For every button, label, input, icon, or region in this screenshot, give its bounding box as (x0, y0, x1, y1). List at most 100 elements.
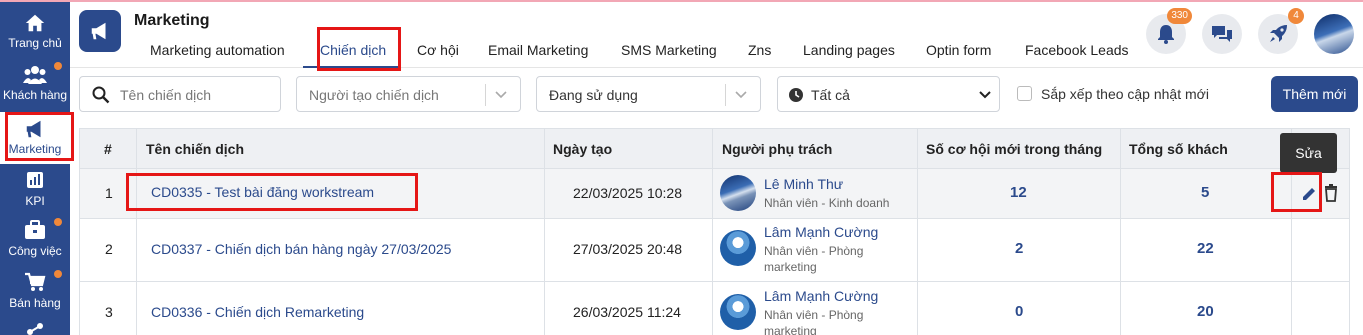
highlight-edit-button (1271, 172, 1322, 212)
tab-opportunities[interactable]: Cơ hội (417, 42, 459, 58)
delete-icon[interactable] (1324, 184, 1338, 202)
tab-email-marketing[interactable]: Email Marketing (488, 42, 588, 58)
column-divider (136, 129, 137, 335)
creator-select[interactable]: Người tạo chiến dịch (296, 76, 521, 112)
clock-icon (789, 88, 803, 102)
owner-avatar (720, 175, 756, 211)
header-divider (70, 67, 1363, 68)
user-avatar[interactable] (1314, 14, 1354, 54)
briefcase-icon (0, 220, 70, 242)
search-icon (92, 86, 110, 104)
sidebar-item-home[interactable]: Trang chủ (0, 6, 70, 58)
col-opportunities: Số cơ hội mới trong tháng (926, 141, 1103, 157)
tab-landing-pages[interactable]: Landing pages (803, 42, 895, 58)
sidebar-item-customers[interactable]: Khách hàng (0, 58, 70, 110)
sidebar-item-kpi[interactable]: KPI (0, 164, 70, 216)
campaign-link[interactable]: CD0337 - Chiến dịch bán hàng ngày 27/03/… (151, 241, 451, 257)
chart-icon (0, 170, 70, 192)
rocket-count-badge: 4 (1288, 8, 1304, 24)
status-select[interactable]: Đang sử dụng (536, 76, 761, 112)
opportunity-count: 0 (1015, 303, 1024, 320)
notification-count-badge: 330 (1167, 8, 1192, 24)
opportunity-count: 12 (1010, 184, 1027, 201)
megaphone-icon (91, 22, 106, 40)
owner-role-department: marketing (764, 324, 817, 335)
column-divider (1120, 129, 1121, 335)
created-date: 26/03/2025 11:24 (573, 304, 681, 320)
col-customers: Tổng số khách (1129, 141, 1228, 157)
tab-optin-form[interactable]: Optin form (926, 42, 991, 58)
chevron-down-icon (979, 91, 991, 99)
search-placeholder: Tên chiến dịch (120, 87, 212, 103)
opportunity-count: 2 (1015, 240, 1024, 257)
col-name: Tên chiến dịch (146, 141, 245, 157)
chat-button[interactable] (1202, 14, 1242, 54)
users-icon (0, 64, 70, 86)
highlight-marketing (5, 112, 74, 161)
col-owner: Người phụ trách (722, 141, 833, 157)
sidebar-item-label: KPI (25, 194, 45, 208)
highlight-campaign-row (126, 173, 418, 211)
sidebar: Trang chủ Khách hàng Marketing KPI Công … (0, 2, 70, 335)
sidebar-item-label: Trang chủ (8, 36, 62, 50)
created-date: 22/03/2025 10:28 (573, 185, 682, 201)
home-icon (0, 12, 70, 34)
top-accent-line (0, 0, 1363, 2)
rocket-icon (1270, 25, 1287, 42)
row-index: 2 (105, 241, 113, 257)
column-divider (917, 129, 918, 335)
app-logo (79, 10, 121, 52)
campaign-link[interactable]: CD0336 - Chiến dịch Remarketing (151, 304, 364, 320)
time-value: Tất cả (811, 87, 850, 103)
col-date: Ngày tạo (553, 141, 613, 157)
row-index: 1 (105, 185, 113, 201)
column-divider (544, 129, 545, 335)
chevron-down-icon (495, 91, 507, 99)
select-separator (725, 84, 726, 106)
sidebar-item-label: Bán hàng (9, 296, 61, 310)
rocket-button[interactable]: 4 (1258, 8, 1304, 54)
tab-facebook-leads[interactable]: Facebook Leads (1025, 42, 1129, 58)
owner-avatar (720, 294, 756, 330)
bell-icon (1158, 25, 1174, 44)
tab-zns[interactable]: Zns (748, 42, 771, 58)
add-new-button[interactable]: Thêm mới (1271, 76, 1358, 112)
owner-name[interactable]: Lâm Mạnh Cường (764, 224, 878, 240)
sidebar-item-tasks[interactable]: Công việc (0, 214, 70, 266)
table-header: # Tên chiến dịch Ngày tạo Người phụ trác… (80, 129, 1349, 169)
customer-count: 5 (1201, 184, 1210, 201)
sidebar-item-label: Khách hàng (2, 88, 68, 102)
owner-role: Nhân viên - Phòng (764, 244, 864, 258)
notifications-button[interactable]: 330 (1146, 8, 1192, 54)
page-title: Marketing (134, 12, 210, 29)
campaign-table: # Tên chiến dịch Ngày tạo Người phụ trác… (79, 128, 1350, 335)
owner-role: Nhân viên - Phòng (764, 308, 864, 322)
sidebar-item-sales[interactable]: Bán hàng (0, 266, 70, 318)
owner-name[interactable]: Lê Minh Thư (764, 176, 843, 192)
highlight-campaigns-tab (317, 27, 401, 71)
sort-checkbox-label: Sắp xếp theo cập nhật mới (1041, 86, 1209, 102)
time-select[interactable]: Tất cả (777, 76, 1000, 112)
sort-checkbox[interactable] (1017, 86, 1032, 101)
owner-avatar (720, 230, 756, 266)
owner-role-department: marketing (764, 260, 817, 274)
select-separator (485, 84, 486, 106)
customer-count: 22 (1197, 240, 1214, 257)
tab-marketing-automation[interactable]: Marketing automation (150, 42, 285, 58)
creator-placeholder: Người tạo chiến dịch (309, 87, 439, 103)
customer-count: 20 (1197, 303, 1214, 320)
table-row[interactable]: 3 CD0336 - Chiến dịch Remarketing 26/03/… (80, 282, 1349, 335)
chat-icon (1212, 26, 1232, 42)
owner-name[interactable]: Lâm Mạnh Cường (764, 288, 878, 304)
chevron-down-icon (735, 91, 747, 99)
owner-role: Nhân viên - Kinh doanh (764, 196, 890, 210)
cart-icon (0, 272, 70, 294)
search-box[interactable]: Tên chiến dịch (79, 76, 281, 112)
edit-tooltip: Sửa (1280, 133, 1337, 173)
table-row[interactable]: 2 CD0337 - Chiến dịch bán hàng ngày 27/0… (80, 219, 1349, 282)
created-date: 27/03/2025 20:48 (573, 241, 682, 257)
tab-sms-marketing[interactable]: SMS Marketing (621, 42, 717, 58)
column-divider (712, 129, 713, 335)
sidebar-item-share[interactable] (0, 318, 70, 335)
share-icon (0, 322, 70, 335)
